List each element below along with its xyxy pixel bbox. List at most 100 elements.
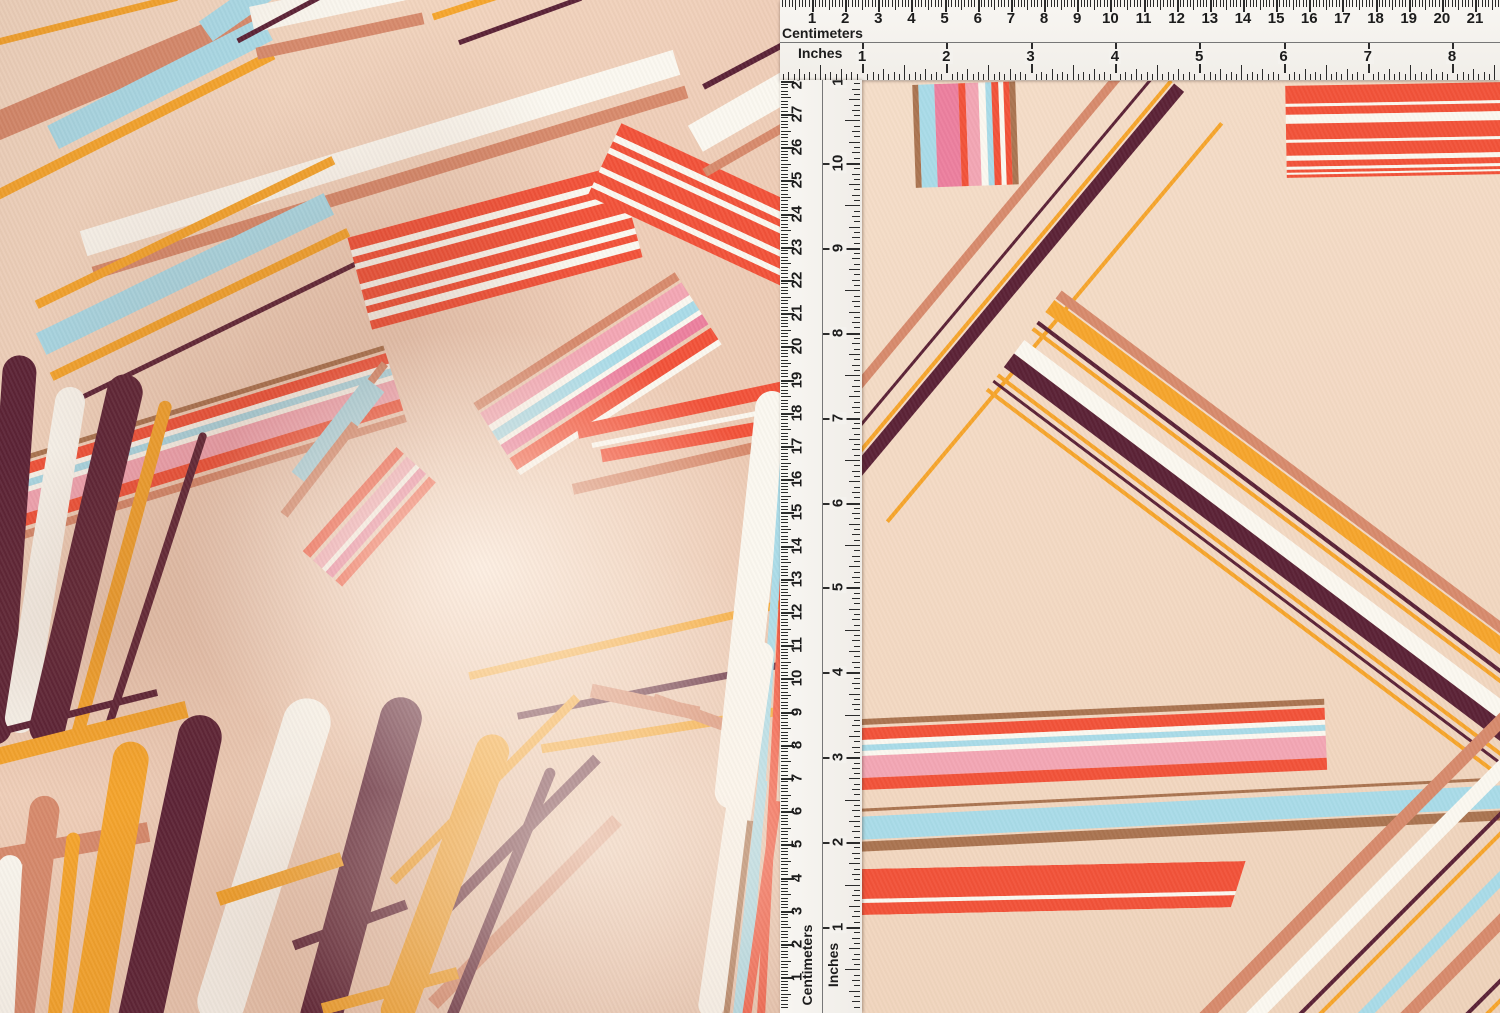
inch-tick xyxy=(852,492,860,493)
inch-tick xyxy=(854,285,860,286)
cm-tick xyxy=(1323,0,1324,7)
cm-tick xyxy=(1031,0,1032,7)
inch-tick xyxy=(849,651,860,652)
cm-tick xyxy=(781,738,788,739)
inch-tick xyxy=(888,74,889,80)
inch-tick xyxy=(852,513,860,514)
cm-tick xyxy=(781,400,788,401)
ruler-number-cm: 2 xyxy=(841,11,849,26)
inch-tick xyxy=(854,200,860,201)
inch-tick xyxy=(1415,74,1416,80)
inch-tick xyxy=(845,460,860,461)
ruler-top-cm-label: Centimeters xyxy=(782,26,863,40)
cm-tick xyxy=(781,987,788,988)
inch-tick xyxy=(820,65,821,80)
ruler-number-cm: 11 xyxy=(790,637,805,653)
cm-tick xyxy=(781,927,791,928)
cm-tick xyxy=(781,121,788,122)
cm-tick xyxy=(1037,0,1038,7)
inch-tick xyxy=(1373,74,1374,80)
inch-tick xyxy=(1078,74,1079,80)
inch-tick xyxy=(854,964,860,965)
inch-tick xyxy=(849,227,860,228)
inch-tick xyxy=(852,938,860,939)
cm-tick xyxy=(781,805,788,806)
cm-tick xyxy=(1352,0,1353,7)
cm-tick xyxy=(781,250,788,251)
cm-tick xyxy=(1170,0,1171,7)
inch-tick xyxy=(852,789,860,790)
inch-tick xyxy=(1125,72,1126,80)
inch-tick xyxy=(1236,74,1237,80)
cm-tick xyxy=(781,373,788,374)
cm-tick xyxy=(1299,0,1300,7)
inch-tick xyxy=(854,487,860,488)
cm-tick xyxy=(781,141,788,142)
inch-tick xyxy=(845,885,860,886)
inch-tick xyxy=(909,74,910,80)
draped-fabric-photo xyxy=(0,0,780,1013)
cm-tick xyxy=(781,758,788,759)
cm-tick xyxy=(1369,0,1370,7)
cm-tick xyxy=(781,536,788,537)
inch-tick xyxy=(1484,72,1485,80)
cm-tick xyxy=(781,170,788,171)
cm-tick xyxy=(781,456,788,457)
ruler-number-inch: 3 xyxy=(830,751,847,763)
cm-tick xyxy=(781,1004,788,1005)
cm-tick xyxy=(781,741,788,742)
cm-tick xyxy=(809,0,810,7)
cm-tick xyxy=(781,234,788,235)
inch-tick xyxy=(854,678,860,679)
ruler-number-cm: 20 xyxy=(790,338,805,355)
cm-tick xyxy=(1283,0,1284,7)
cm-tick xyxy=(781,834,788,835)
ruler-number-cm: 7 xyxy=(790,774,805,782)
inch-tick xyxy=(852,853,860,854)
ruler-number-cm: 18 xyxy=(1367,11,1384,26)
inch-tick xyxy=(854,985,860,986)
ruler-number-cm: 25 xyxy=(790,172,805,189)
inch-tick xyxy=(849,396,860,397)
cm-tick xyxy=(781,194,788,195)
ruler-left-divider xyxy=(822,80,823,1013)
cm-tick xyxy=(781,429,791,430)
cm-tick xyxy=(1061,0,1062,10)
cm-tick xyxy=(988,0,989,7)
cm-tick xyxy=(781,502,788,503)
cm-tick xyxy=(781,532,788,533)
cm-tick xyxy=(781,934,788,935)
cm-tick xyxy=(1349,0,1350,7)
inch-tick xyxy=(799,69,800,80)
inch-tick xyxy=(852,662,860,663)
inch-tick xyxy=(854,158,860,159)
inch-tick xyxy=(1062,72,1063,80)
inch-tick xyxy=(1273,72,1274,80)
inch-tick xyxy=(852,980,860,981)
inch-tick xyxy=(788,72,789,80)
cm-tick xyxy=(1250,0,1251,7)
inch-tick xyxy=(1057,74,1058,80)
cm-tick xyxy=(1478,0,1479,7)
inch-tick xyxy=(854,582,860,583)
inch-tick xyxy=(1421,72,1422,80)
cm-tick xyxy=(781,635,788,636)
inch-tick xyxy=(1194,74,1195,80)
cm-tick xyxy=(781,984,788,985)
inch-tick xyxy=(1189,72,1190,80)
cm-tick xyxy=(781,668,788,669)
cm-tick xyxy=(1425,0,1426,10)
cm-tick xyxy=(781,954,788,955)
cm-tick xyxy=(781,854,788,855)
inch-tick xyxy=(962,74,963,80)
cm-tick xyxy=(1316,0,1317,7)
cm-tick xyxy=(781,127,788,128)
inch-tick xyxy=(1178,69,1179,80)
cm-tick xyxy=(781,406,788,407)
cm-tick xyxy=(781,688,788,689)
cm-tick xyxy=(781,888,788,889)
cm-tick xyxy=(781,639,788,640)
cm-tick xyxy=(781,459,788,460)
cm-tick xyxy=(1445,0,1446,7)
cm-tick xyxy=(781,861,791,862)
